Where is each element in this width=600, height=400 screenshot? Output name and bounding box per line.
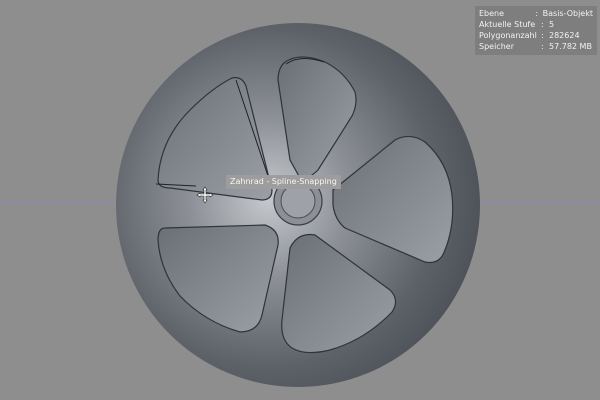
hud-info-panel: Ebene : Basis-Objekt Aktuelle Stufe : 5 … xyxy=(475,6,597,55)
hud-separator: : xyxy=(541,31,544,40)
3d-viewport[interactable]: Ebene : Basis-Objekt Aktuelle Stufe : 5 … xyxy=(0,0,600,400)
snap-tooltip: Zahnrad - Spline-Snapping xyxy=(226,175,341,189)
viewport-scene[interactable] xyxy=(0,0,600,400)
hud-label: Polygonanzahl xyxy=(479,31,537,40)
hud-value: 5 xyxy=(549,20,555,29)
hud-label: Speicher xyxy=(479,42,514,51)
snap-move-cursor-icon xyxy=(196,186,214,204)
hud-value: 57.782 MB xyxy=(549,42,592,51)
hud-value: Basis-Objekt xyxy=(542,9,593,18)
hud-separator: : xyxy=(535,9,539,18)
hud-row-memory: Speicher : 57.782 MB xyxy=(479,41,593,52)
hud-label: Aktuelle Stufe xyxy=(479,20,536,29)
hud-separator: : xyxy=(541,20,544,29)
hud-row-polycount: Polygonanzahl : 282624 xyxy=(479,30,593,41)
hud-value: 282624 xyxy=(549,31,580,40)
hud-row-layer: Ebene : Basis-Objekt xyxy=(479,8,593,19)
wheel-hub[interactable] xyxy=(280,183,316,219)
hud-label: Ebene xyxy=(479,9,505,18)
hud-row-level: Aktuelle Stufe : 5 xyxy=(479,19,593,30)
hud-separator: : xyxy=(541,42,544,51)
